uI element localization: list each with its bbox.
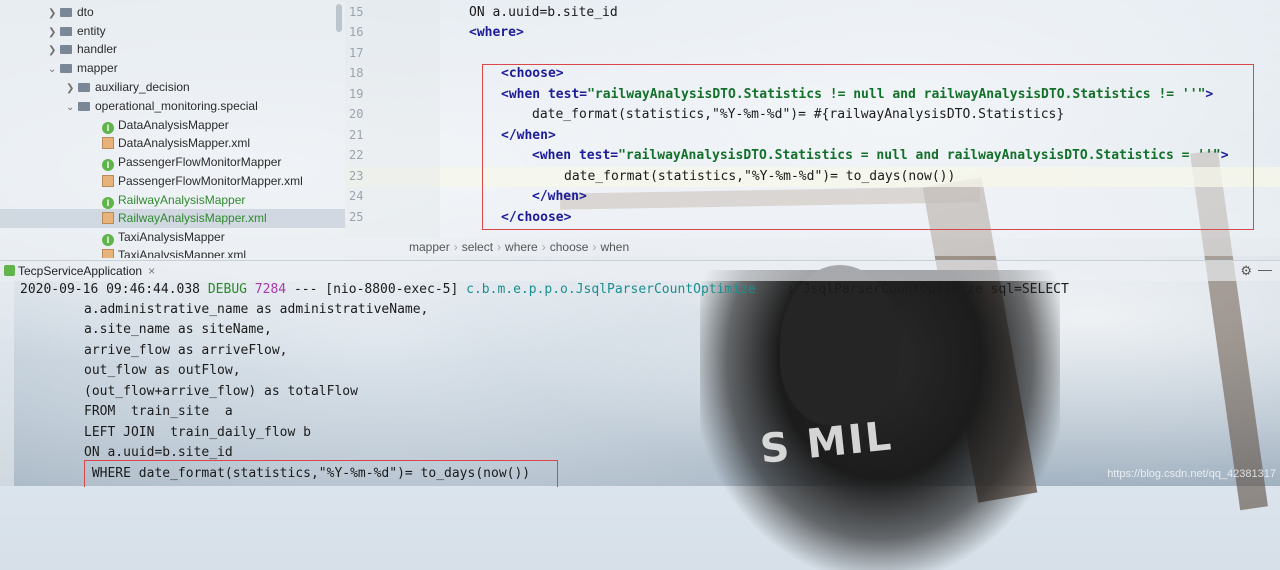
console-sql-line: out_flow as outFlow, — [84, 363, 241, 378]
line-number: 23 — [349, 169, 364, 183]
console-log-line: 2020-09-16 09:46:44.038 DEBUG 7284 --- [… — [20, 282, 1069, 297]
folder-icon — [60, 45, 72, 54]
tree-item-data-analysis-mapper[interactable]: I DataAnalysisMapper — [102, 116, 229, 135]
line-number: 15 — [349, 5, 364, 19]
tree-item-operational-monitoring[interactable]: ⌄ operational_monitoring.special — [66, 97, 258, 116]
xml-file-icon — [102, 249, 114, 258]
tree-item-handler[interactable]: ❯ handler — [48, 40, 117, 59]
console-sql-line: arrive_flow as arriveFlow, — [84, 343, 288, 358]
console-sql-line: (out_flow+arrive_flow) as totalFlow — [84, 384, 358, 399]
interface-icon: I — [102, 197, 114, 209]
process-id: 7284 — [246, 282, 287, 297]
tree-item-taxi-analysis-mapper[interactable]: I TaxiAnalysisMapper — [102, 228, 225, 247]
folder-icon — [60, 8, 72, 17]
run-panel-header: TecpServiceApplication × ⚙ — — [0, 260, 1280, 281]
xml-file-icon — [102, 137, 114, 149]
folder-icon — [78, 102, 90, 111]
console-sql-line: FROM train_site a — [84, 404, 233, 419]
tree-item-data-analysis-xml[interactable]: DataAnalysisMapper.xml — [102, 134, 250, 153]
breadcrumb-item[interactable]: mapper — [409, 240, 450, 254]
tree-item-railway-analysis-mapper[interactable]: I RailwayAnalysisMapper — [102, 191, 245, 210]
line-number: 18 — [349, 66, 364, 80]
tree-item-railway-analysis-xml[interactable]: RailwayAnalysisMapper.xml — [0, 209, 345, 228]
interface-icon: I — [102, 159, 114, 171]
spring-app-icon — [4, 265, 15, 276]
line-number: 20 — [349, 107, 364, 121]
close-icon[interactable]: × — [148, 264, 155, 278]
log-level: DEBUG — [207, 282, 247, 297]
folder-icon — [60, 64, 72, 73]
breadcrumb-separator: › — [497, 240, 502, 254]
folder-icon — [60, 27, 72, 36]
breadcrumb: mapper › select › where › choose › when — [345, 238, 1280, 256]
chevron-right-icon[interactable]: ❯ — [48, 4, 60, 23]
tree-item-mapper[interactable]: ⌄ mapper — [48, 59, 118, 78]
gear-icon[interactable]: ⚙ — [1240, 263, 1252, 279]
xml-file-icon — [102, 175, 114, 187]
breadcrumb-separator: › — [541, 240, 546, 254]
run-tab-label: TecpServiceApplication — [18, 264, 143, 278]
tree-item-taxi-analysis-xml[interactable]: TaxiAnalysisMapper.xml — [102, 246, 246, 258]
line-number: 19 — [349, 87, 364, 101]
breadcrumb-item[interactable]: where — [505, 240, 538, 254]
console-output[interactable]: 2020-09-16 09:46:44.038 DEBUG 7284 --- [… — [0, 280, 1280, 486]
line-number: 25 — [349, 210, 364, 224]
tree-item-entity[interactable]: ❯ entity — [48, 22, 106, 41]
project-tree: ❯ dto ❯ entity ❯ handler ⌄ mapper ❯ auxiliary… — [0, 0, 345, 260]
watermark: https://blog.csdn.net/qq_42381317 — [1107, 468, 1276, 480]
line-number: 22 — [349, 148, 364, 162]
annotation-box-editor — [482, 64, 1254, 230]
tree-item-passenger-flow-mapper[interactable]: I PassengerFlowMonitorMapper — [102, 153, 281, 172]
interface-icon: I — [102, 122, 114, 134]
breadcrumb-item[interactable]: select — [462, 240, 493, 254]
folder-icon — [78, 83, 90, 92]
run-tab[interactable]: TecpServiceApplication × — [4, 263, 155, 279]
breadcrumb-separator: › — [453, 240, 458, 254]
chevron-down-icon[interactable]: ⌄ — [48, 60, 60, 79]
code-line-16: <where> — [469, 23, 524, 43]
line-number: 24 — [349, 189, 364, 203]
console-sql-line: LEFT JOIN train_daily_flow b — [84, 425, 311, 440]
tree-item-passenger-flow-xml[interactable]: PassengerFlowMonitorMapper.xml — [102, 172, 303, 191]
tree-item-dto[interactable]: ❯ dto — [48, 3, 94, 22]
line-number: 21 — [349, 128, 364, 142]
xml-tag: <where> — [469, 25, 524, 40]
tree-item-auxiliary-decision[interactable]: ❯ auxiliary_decision — [66, 78, 190, 97]
chevron-down-icon[interactable]: ⌄ — [66, 98, 78, 117]
tree-scrollbar[interactable] — [336, 4, 342, 32]
console-sql-line: a.site_name as siteName, — [84, 322, 272, 337]
breadcrumb-item[interactable]: choose — [550, 240, 589, 254]
logger-name: c.b.m.e.p.p.o.JsqlParserCountOptimize — [466, 282, 756, 297]
interface-icon: I — [102, 234, 114, 246]
chevron-right-icon[interactable]: ❯ — [48, 41, 60, 60]
xml-file-icon — [102, 212, 114, 224]
console-sql-line: a.administrative_name as administrativeN… — [84, 302, 429, 317]
line-number: 17 — [349, 46, 364, 60]
code-line-15: ON a.uuid=b.site_id — [469, 5, 618, 20]
minimize-icon[interactable]: — — [1258, 261, 1272, 277]
breadcrumb-separator: › — [592, 240, 597, 254]
editor-gutter: 15 16 17 18 19 20 21 22 23 24 25 — [345, 0, 440, 238]
annotation-box-console — [84, 460, 558, 487]
chevron-right-icon[interactable]: ❯ — [66, 79, 78, 98]
line-number: 16 — [349, 25, 364, 39]
breadcrumb-item[interactable]: when — [600, 240, 629, 254]
